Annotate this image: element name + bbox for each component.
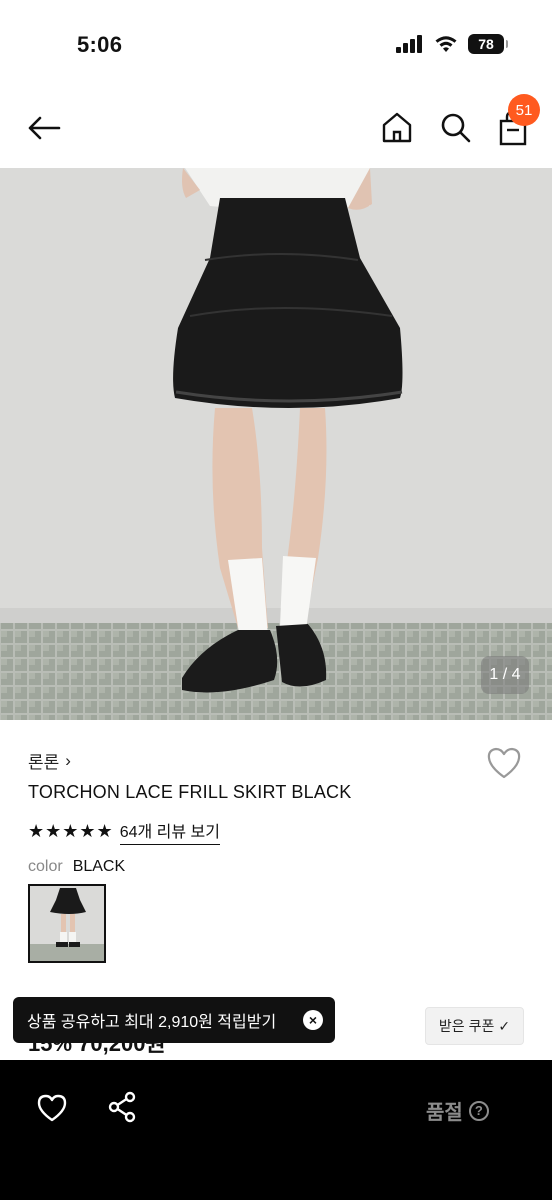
star-rating: ★★★★★ xyxy=(28,821,114,841)
signal-icon xyxy=(396,35,422,53)
color-row: color BLACK xyxy=(28,858,125,876)
back-button[interactable] xyxy=(24,110,64,146)
share-reward-toast: 상품 공유하고 최대 2,910원 적립받기 × xyxy=(13,997,335,1043)
home-icon[interactable] xyxy=(378,108,416,146)
thumbnail-photo xyxy=(30,886,104,961)
color-option-thumbnail[interactable] xyxy=(28,884,106,963)
status-bar: 5:06 78 xyxy=(0,0,552,88)
rating-row: ★★★★★ 64개 리뷰 보기 xyxy=(28,818,220,845)
color-value: BLACK xyxy=(72,858,126,875)
wishlist-heart-icon[interactable] xyxy=(36,1092,68,1124)
product-title: TORCHON LACE FRILL SKIRT BLACK xyxy=(28,782,352,802)
arrow-left-icon xyxy=(28,116,61,140)
chevron-right-icon: › xyxy=(65,750,71,770)
toast-text: 상품 공유하고 최대 2,910원 적립받기 xyxy=(27,1014,277,1031)
cart-count-badge: 51 xyxy=(508,94,540,126)
bottom-action-bar: 품절 ? xyxy=(0,1060,552,1200)
status-time: 5:06 xyxy=(77,32,123,57)
received-coupon-button[interactable]: 받은 쿠폰 ✓ xyxy=(425,1007,524,1045)
image-counter: 1 / 4 xyxy=(481,656,529,694)
review-link[interactable]: 64개 리뷰 보기 xyxy=(119,818,220,845)
search-icon[interactable] xyxy=(436,108,474,146)
sold-out-label: 품절 xyxy=(426,1102,463,1124)
share-icon[interactable] xyxy=(106,1090,138,1124)
product-image[interactable] xyxy=(0,168,552,720)
close-icon[interactable]: × xyxy=(303,1010,323,1030)
check-icon: ✓ xyxy=(498,1017,511,1034)
brand-link[interactable]: 론론 › xyxy=(28,748,71,773)
product-photo xyxy=(0,168,552,720)
battery-icon: 78 xyxy=(468,34,508,54)
sold-out-status: 품절 ? xyxy=(426,1096,489,1125)
help-icon[interactable]: ? xyxy=(468,1100,489,1121)
coupon-label: 받은 쿠폰 xyxy=(438,1018,495,1034)
color-label: color xyxy=(28,858,63,875)
status-icons: 78 xyxy=(396,34,508,54)
top-nav xyxy=(0,88,552,168)
wifi-icon xyxy=(435,36,457,52)
heart-icon[interactable] xyxy=(486,746,522,780)
brand-name: 론론 xyxy=(28,753,60,772)
